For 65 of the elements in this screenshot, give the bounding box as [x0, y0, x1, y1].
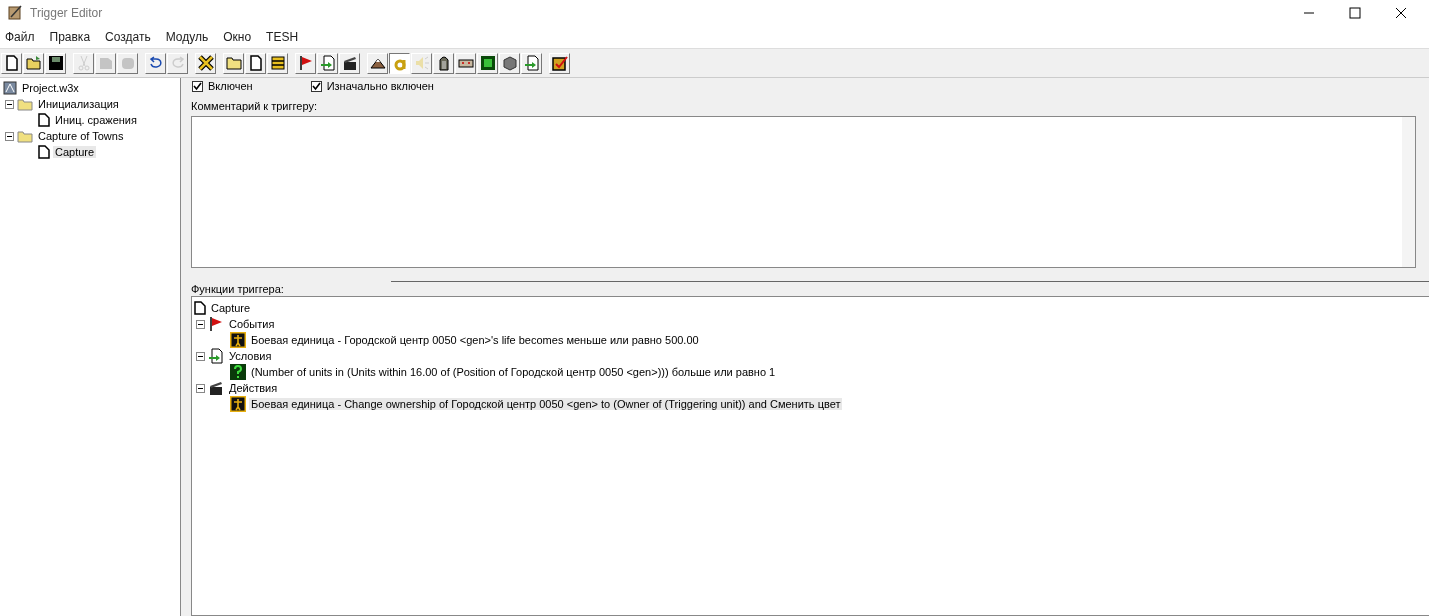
checkbox-label: Изначально включен	[326, 80, 434, 92]
tree-item[interactable]: Иниц. сражения	[53, 114, 139, 126]
functions-label: Функции триггера:	[191, 282, 285, 296]
x-icon	[197, 55, 214, 71]
tree-item[interactable]: (Number of units in (Units within 16.00 of (Position of Городской центр 0050 <gen>))) больше или равно 1	[249, 366, 778, 378]
checkbox[interactable]	[192, 80, 203, 92]
menu-item[interactable]: Правка	[49, 30, 91, 44]
cube-icon	[501, 55, 518, 71]
tree-item[interactable]: Capture	[53, 146, 97, 158]
collapse-toggle-icon[interactable]	[196, 319, 205, 329]
menu-item[interactable]: Модуль	[165, 30, 209, 44]
unit-figure-icon	[230, 396, 246, 412]
folder-icon	[17, 97, 33, 111]
lines-icon	[269, 55, 286, 71]
menu-item[interactable]: Создать	[105, 30, 151, 44]
copy-icon	[97, 55, 114, 71]
menu-item[interactable]: Файл	[5, 30, 35, 44]
close-icon[interactable]	[1395, 7, 1407, 19]
new-document-icon	[3, 55, 20, 71]
tree-item[interactable]: Действия	[227, 382, 280, 394]
tree-item[interactable]: Боевая единица - Change ownership of Городской центр 0050 <gen> to (Owner of (Triggering unit)) and Сменить цвет	[249, 398, 843, 410]
tree-item[interactable]: Инициализация	[36, 98, 121, 110]
document-icon	[38, 145, 50, 159]
question-mark-icon	[230, 364, 246, 380]
checkbox[interactable]	[310, 80, 322, 92]
scroll-logo-icon	[7, 5, 23, 21]
tree-item[interactable]: Условия	[227, 350, 274, 362]
collapse-toggle-icon[interactable]	[5, 131, 14, 141]
tree-item[interactable]: Project.w3x	[20, 82, 81, 94]
map-icon	[3, 81, 17, 95]
clapperboard-icon	[341, 55, 358, 71]
collapse-toggle-icon[interactable]	[196, 383, 205, 393]
folder-icon	[17, 129, 33, 143]
folder-icon	[225, 55, 242, 71]
tree-item[interactable]: Capture	[209, 302, 253, 314]
speaker-icon	[413, 55, 430, 71]
scissors-icon	[75, 55, 92, 71]
document-icon	[247, 55, 264, 71]
maximize-icon[interactable]	[1349, 7, 1361, 19]
arrow-page-icon	[208, 348, 224, 364]
import-page-icon	[523, 55, 540, 71]
redo-arrow-icon	[169, 55, 186, 71]
open-folder-icon	[25, 55, 42, 71]
scrollbar[interactable]	[1402, 117, 1415, 267]
comment-field[interactable]	[191, 116, 1416, 268]
menu-item[interactable]: Окно	[223, 30, 252, 44]
tree-item[interactable]: События	[227, 318, 277, 330]
unit-figure-icon	[230, 332, 246, 348]
collapse-toggle-icon[interactable]	[196, 351, 205, 361]
menu-item[interactable]: TESH	[266, 30, 299, 44]
checked-box-icon	[551, 55, 568, 71]
document-icon	[38, 113, 50, 127]
undo-arrow-icon	[147, 55, 164, 71]
comment-label: Комментарий к триггеру:	[191, 100, 318, 114]
collapse-toggle-icon[interactable]	[5, 99, 14, 109]
window-title: Trigger Editor	[30, 6, 103, 20]
checkbox-label: Включен	[208, 80, 253, 92]
flag-icon	[208, 316, 224, 332]
paste-icon	[119, 55, 136, 71]
tree-item[interactable]: Боевая единица - Городской центр 0050 <gen>'s life becomes меньше или равно 500.00	[249, 334, 701, 346]
arrow-page-icon	[319, 55, 336, 71]
document-icon	[194, 301, 206, 315]
flag-icon	[297, 55, 314, 71]
clapperboard-icon	[208, 380, 224, 396]
tree-item[interactable]: Capture of Towns	[36, 130, 126, 142]
